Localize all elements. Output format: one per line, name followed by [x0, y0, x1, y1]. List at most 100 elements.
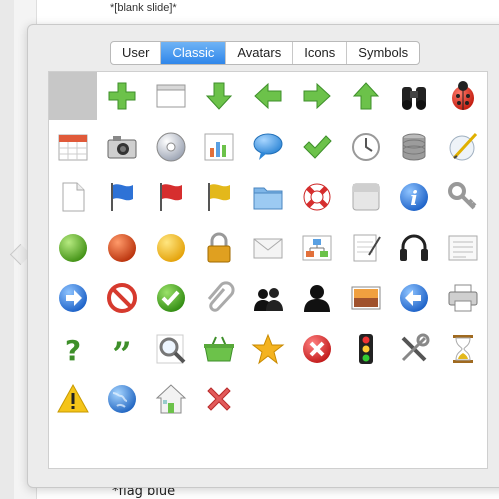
icon-cell-bug[interactable]: [439, 72, 487, 120]
icon-cell-user[interactable]: [293, 274, 341, 322]
icon-cell-arrow-up[interactable]: [342, 72, 390, 120]
icon-cell-hourglass[interactable]: [439, 325, 487, 373]
checkmark-icon: [303, 134, 332, 159]
icon-cell-arrow-left[interactable]: [244, 72, 292, 120]
info-icon: i: [400, 183, 429, 211]
icon-cell-speech-bubble[interactable]: [244, 123, 292, 171]
tools-icon: [401, 333, 430, 361]
icon-cell-circle-red[interactable]: [98, 224, 146, 272]
icon-cell-blank[interactable]: [49, 72, 97, 120]
printer-icon: [448, 284, 478, 312]
basket-icon: [204, 336, 235, 361]
user-icon: [303, 285, 330, 312]
icon-cell-calendar[interactable]: [49, 123, 97, 171]
slide-note-top: *[blank slide]*: [110, 2, 177, 14]
icon-cell-globe[interactable]: [98, 375, 146, 423]
lock-icon: [207, 232, 231, 262]
icon-cell-cd[interactable]: [147, 123, 195, 171]
icon-cell-chart[interactable]: [195, 123, 243, 171]
icon-cell-magnifier[interactable]: [147, 325, 195, 373]
icon-cell-arrow-down[interactable]: [195, 72, 243, 120]
icon-cell-arrow-right[interactable]: [293, 72, 341, 120]
notepad-icon: [353, 234, 381, 261]
icon-cell-basket[interactable]: [195, 325, 243, 373]
icon-cell-photo[interactable]: [342, 274, 390, 322]
quote-icon: ”: [112, 335, 132, 366]
calendar-icon: [58, 134, 88, 160]
icon-cell-window[interactable]: [147, 72, 195, 120]
icon-cell-paper[interactable]: [342, 173, 390, 221]
ok-circle-icon: [156, 284, 185, 312]
icon-cell-lock[interactable]: [195, 224, 243, 272]
tab-avatars[interactable]: Avatars: [226, 42, 294, 64]
icon-cell-info[interactable]: i: [390, 173, 438, 221]
icon-cell-close-circle[interactable]: [293, 325, 341, 373]
star-icon: [251, 333, 285, 364]
icon-cell-key[interactable]: [439, 173, 487, 221]
bug-icon: [452, 81, 474, 110]
forward-circle-icon: [59, 284, 87, 312]
icon-cell-no-entry[interactable]: [98, 274, 146, 322]
tab-icons[interactable]: Icons: [293, 42, 348, 64]
hourglass-icon: [453, 334, 473, 363]
users-icon: [254, 288, 283, 311]
icon-cell-question[interactable]: ?: [49, 325, 97, 373]
icon-cell-home[interactable]: [147, 375, 195, 423]
icon-cell-mail[interactable]: [244, 224, 292, 272]
tab-symbols[interactable]: Symbols: [347, 42, 419, 64]
icon-cell-lifebuoy[interactable]: [293, 173, 341, 221]
tab-user[interactable]: User: [111, 42, 162, 64]
icon-cell-headphones[interactable]: [390, 224, 438, 272]
icon-cell-flag-red[interactable]: [147, 173, 195, 221]
lifebuoy-icon: [303, 183, 331, 211]
compass-icon: [449, 132, 478, 160]
icon-cell-traffic-light[interactable]: [342, 325, 390, 373]
icon-cell-quote[interactable]: ”: [98, 325, 146, 373]
close-circle-icon: [302, 334, 331, 363]
icon-cell-warning[interactable]: [49, 375, 97, 423]
chart-icon: [204, 133, 234, 160]
icon-cell-binoculars[interactable]: [390, 72, 438, 120]
icon-cell-back-circle[interactable]: [390, 274, 438, 322]
icon-cell-star[interactable]: [244, 325, 292, 373]
paperclip-icon: [208, 281, 235, 312]
icon-cell-flag-blue[interactable]: [98, 173, 146, 221]
icon-cell-circle-green[interactable]: [49, 224, 97, 272]
icon-cell-paperclip[interactable]: [195, 274, 243, 322]
cd-icon: [156, 132, 185, 161]
icon-cell-users[interactable]: [244, 274, 292, 322]
blank-icon: [56, 79, 90, 113]
icon-cell-document[interactable]: [49, 173, 97, 221]
icon-cell-plus[interactable]: [98, 72, 146, 120]
icon-cell-flag-yellow[interactable]: [195, 173, 243, 221]
icon-cell-database[interactable]: [390, 123, 438, 171]
icon-cell-ok-circle[interactable]: [147, 274, 195, 322]
icon-grid: i? ”: [48, 71, 488, 469]
icon-cell-folder[interactable]: [244, 173, 292, 221]
warning-icon: [57, 383, 89, 413]
home-icon: [155, 384, 186, 414]
icon-set-segmented-control: User Classic Avatars Icons Symbols: [110, 41, 421, 65]
icon-cell-list[interactable]: [439, 224, 487, 272]
icon-cell-forward-circle[interactable]: [49, 274, 97, 322]
delete-x-icon: [207, 387, 231, 411]
icon-cell-circle-yellow[interactable]: [147, 224, 195, 272]
flag-yellow-icon: [208, 183, 231, 211]
paper-icon: [352, 183, 379, 211]
icon-cell-checkmark[interactable]: [293, 123, 341, 171]
headphones-icon: [400, 234, 429, 261]
no-entry-icon: [106, 283, 137, 313]
icon-cell-notepad[interactable]: [342, 224, 390, 272]
tab-classic[interactable]: Classic: [161, 42, 227, 64]
icon-cell-camera[interactable]: [98, 123, 146, 171]
icon-cell-tools[interactable]: [390, 325, 438, 373]
icon-cell-compass[interactable]: [439, 123, 487, 171]
icon-cell-network[interactable]: [293, 224, 341, 272]
camera-icon: [107, 135, 137, 158]
icon-cell-delete-x[interactable]: [195, 375, 243, 423]
icon-cell-printer[interactable]: [439, 274, 487, 322]
back-circle-icon: [400, 284, 429, 312]
svg-text:i: i: [410, 186, 418, 210]
icon-cell-clock[interactable]: [342, 123, 390, 171]
plus-icon: [108, 82, 136, 110]
